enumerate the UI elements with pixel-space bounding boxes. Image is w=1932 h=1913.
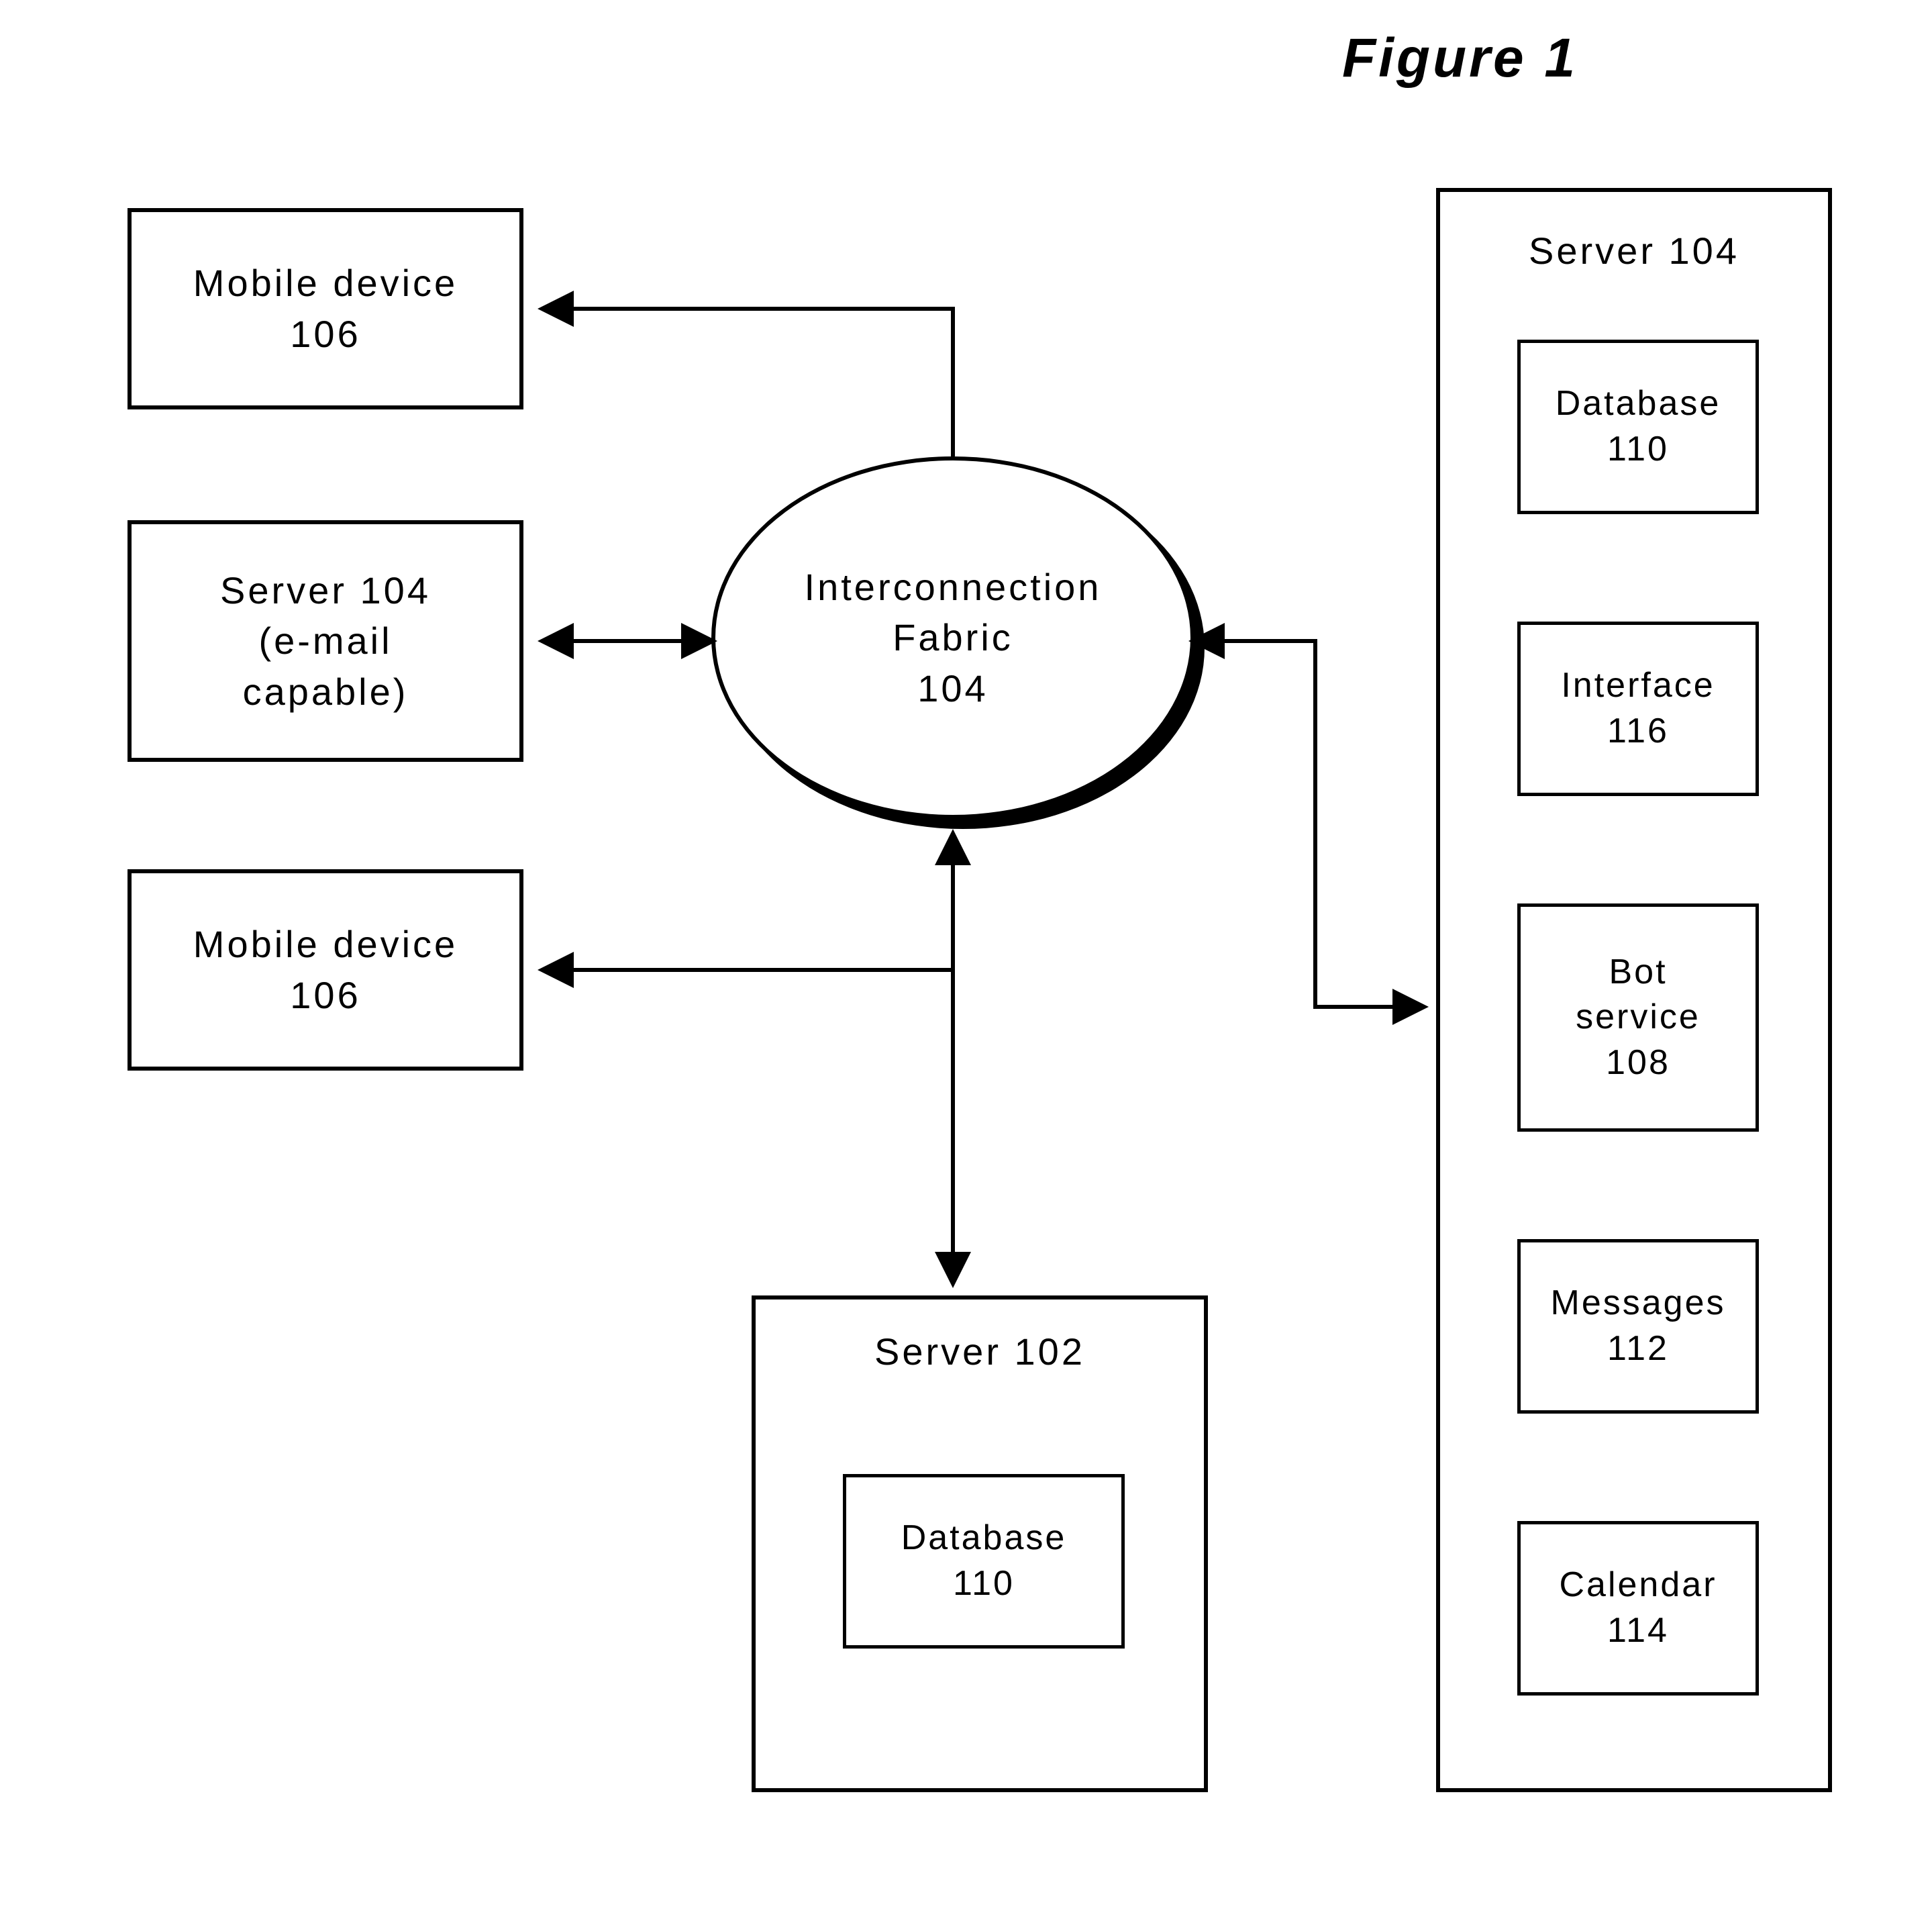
label-bot-service-108: Bot service 108 [1576,950,1700,1086]
box-messages-112: Messages 112 [1517,1239,1759,1414]
box-database-110: Database 110 [1517,340,1759,514]
diagram-stage: Figure 1 Mobile device 106 Server 104 (e… [0,0,1932,1913]
box-mobile-device-1: Mobile device 106 [128,208,523,409]
box-server-email: Server 104 (e-mail capable) [128,520,523,762]
label-server-104-title: Server 104 [1440,226,1828,277]
label-calendar-114: Calendar 114 [1559,1563,1717,1653]
arrow-hub-to-server104 [1194,641,1423,1007]
label-hub: Interconnection Fabric 104 [805,562,1102,714]
label-server-email: Server 104 (e-mail capable) [220,565,431,718]
label-database-110: Database 110 [1556,381,1721,472]
box-server-102: Server 102 Database 110 [752,1295,1208,1792]
label-mobile-device-2: Mobile device 106 [193,919,458,1020]
arrow-hub-to-mobile1 [544,309,953,456]
label-server-102-database: Database 110 [901,1516,1067,1606]
label-messages-112: Messages 112 [1551,1281,1726,1371]
hub-interconnection-fabric: Interconnection Fabric 104 [711,456,1194,819]
box-calendar-114: Calendar 114 [1517,1521,1759,1696]
box-mobile-device-2: Mobile device 106 [128,869,523,1071]
arrow-hub-to-mobile2 [544,835,953,970]
box-interface-116: Interface 116 [1517,622,1759,796]
label-server-102-title: Server 102 [756,1326,1204,1377]
figure-title: Figure 1 [1342,27,1578,90]
box-server-102-database: Database 110 [843,1474,1125,1649]
label-interface-116: Interface 116 [1561,663,1715,754]
label-mobile-device-1: Mobile device 106 [193,258,458,359]
box-server-104: Server 104 Database 110 Interface 116 Bo… [1436,188,1832,1792]
box-bot-service-108: Bot service 108 [1517,903,1759,1132]
